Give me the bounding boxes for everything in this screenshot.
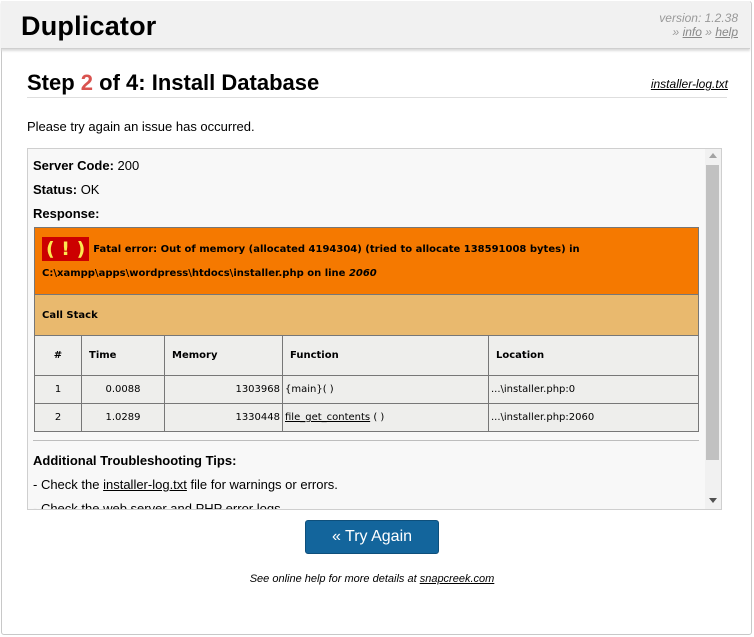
table-header-row: # Time Memory Function Location [34, 335, 699, 376]
step-suffix: of 4: Install Database [93, 70, 320, 95]
row-function: {main}( ) [282, 375, 489, 404]
server-response-panel[interactable]: Server Code: 200 Status: OK Response: ( … [27, 148, 722, 510]
page-title: Step 2 of 4: Install Database [27, 70, 319, 96]
fatal-error-row: ( ! ) Fatal error: Out of memory (allocat… [34, 227, 699, 295]
server-code-label: Server Code: [33, 158, 114, 173]
step-prefix: Step [27, 70, 81, 95]
footer-text: See online help for more details at [249, 573, 420, 585]
status-line: Status: OK [33, 182, 99, 197]
tips-title: Additional Troubleshooting Tips: [33, 453, 237, 468]
row-memory: 1303968 [164, 375, 283, 404]
server-code-value: 200 [117, 158, 140, 173]
scroll-down-arrow-icon[interactable] [709, 498, 717, 503]
link-separator: » [672, 25, 680, 39]
fatal-error-cell: ( ! ) Fatal error: Out of memory (allocat… [34, 227, 699, 295]
response-content: Server Code: 200 Status: OK Response: ( … [28, 149, 705, 509]
header-bar: Duplicator version: 1.2.38 » info » help [1, 1, 750, 49]
server-code-line: Server Code: 200 [33, 158, 139, 173]
footer-help: See online help for more details at snap… [0, 573, 744, 585]
fatal-error-text: Fatal error: Out of memory (allocated 41… [42, 243, 580, 279]
function-suffix: ( ) [370, 412, 385, 423]
snapcreek-link[interactable]: snapcreek.com [420, 573, 495, 585]
col-header-memory: Memory [164, 335, 283, 376]
response-label: Response: [33, 206, 100, 221]
call-stack-row: Call Stack [34, 294, 699, 336]
link-separator: » [705, 25, 712, 39]
title-divider [27, 97, 727, 98]
status-value: OK [80, 182, 100, 197]
table-row: 2 1.0289 1330448 file_get_contents ( ) .… [34, 403, 699, 432]
scroll-thumb[interactable] [706, 165, 719, 460]
tips-divider [33, 440, 699, 441]
tip-suffix: file for warnings or errors. [186, 477, 338, 492]
try-again-button[interactable]: « Try Again [305, 520, 439, 554]
version-label: version: 1.2.38 [659, 11, 738, 25]
row-location: ...\installer.php:0 [488, 375, 699, 404]
fatal-error-line: 2060 [348, 267, 377, 279]
function-doc-link[interactable]: file_get_contents [285, 412, 370, 423]
col-header-number: # [34, 335, 82, 376]
app-logo: Duplicator [21, 11, 157, 41]
tip-item: - Check the web server and PHP error log… [33, 501, 285, 509]
table-row: 1 0.0088 1303968 {main}( ) ...\installer… [34, 375, 699, 404]
row-memory: 1330448 [164, 403, 283, 432]
step-number: 2 [80, 70, 94, 95]
help-link[interactable]: help [715, 25, 738, 39]
row-time: 0.0088 [81, 375, 165, 404]
tip-item: - Check the installer-log.txt file for w… [33, 477, 338, 492]
call-stack-label: Call Stack [34, 294, 699, 336]
info-link[interactable]: info [683, 25, 702, 39]
row-time: 1.0289 [81, 403, 165, 432]
php-error-table: ( ! ) Fatal error: Out of memory (allocat… [34, 227, 699, 432]
row-function: file_get_contents ( ) [282, 403, 489, 432]
installer-log-link[interactable]: installer-log.txt [651, 77, 728, 91]
tip-log-link[interactable]: installer-log.txt [103, 477, 187, 492]
col-header-function: Function [282, 335, 489, 376]
tip-prefix: - Check the [33, 477, 104, 492]
vertical-scrollbar[interactable] [705, 149, 721, 509]
row-number: 2 [34, 403, 82, 432]
status-label: Status: [33, 182, 78, 197]
row-number: 1 [34, 375, 82, 404]
response-label-line: Response: [33, 206, 99, 221]
row-location: ...\installer.php:2060 [488, 403, 699, 432]
col-header-time: Time [81, 335, 165, 376]
warning-icon: ( ! ) [42, 236, 90, 261]
scroll-up-arrow-icon[interactable] [709, 153, 717, 158]
header-links: » info » help [673, 25, 738, 39]
col-header-location: Location [488, 335, 699, 376]
error-message: Please try again an issue has occurred. [27, 119, 255, 134]
